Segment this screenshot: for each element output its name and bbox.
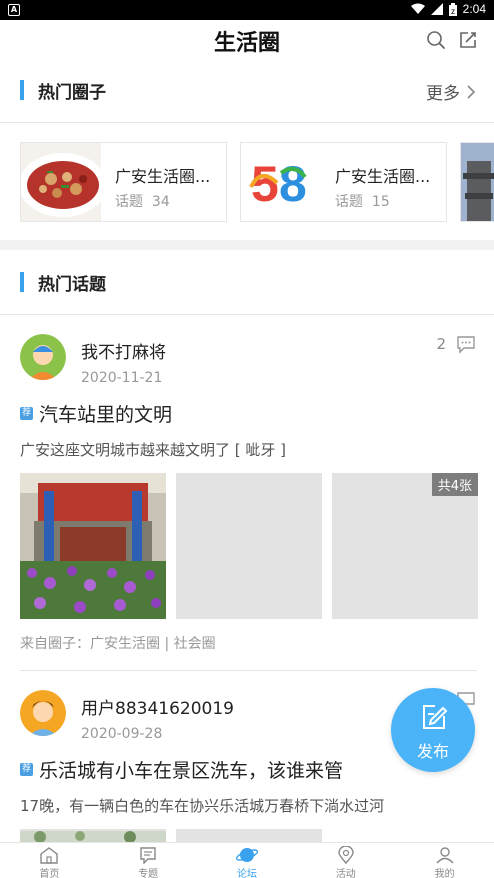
app-notification-icon: A (8, 4, 20, 16)
svg-text:z: z (451, 7, 455, 16)
circle-card[interactable] (460, 142, 494, 222)
page-title: 生活圈 (213, 31, 280, 56)
post-excerpt: 17晚，有一辆白色的车在协兴乐活城万春桥下淌水过河 (20, 797, 385, 815)
hot-circles-list: 广安生活圈... 话题 34 5 8 广安生活圈... 话题 15 (20, 142, 494, 222)
tab-label: 活动 (335, 869, 356, 878)
svg-text:8: 8 (279, 156, 307, 212)
tab-label: 我的 (434, 869, 455, 878)
status-bar: A z 2:04 (0, 0, 494, 20)
tab-forum[interactable]: 论坛 (198, 843, 297, 878)
cellular-signal-icon (430, 3, 443, 15)
forum-planet-icon (235, 848, 258, 862)
hot-circles-header: 热门圈子 更多 (0, 60, 494, 118)
section-accent-bar (20, 80, 24, 100)
post-image-placeholder[interactable]: 共4张 (332, 473, 478, 619)
tab-home[interactable]: 首页 (0, 843, 99, 878)
circle-card[interactable]: 5 8 广安生活圈... 话题 15 (240, 142, 447, 222)
top-bar: 生活圈 (0, 20, 494, 60)
post-image[interactable] (20, 473, 166, 619)
hot-topics-header: 热门话题 (0, 252, 494, 310)
divider (0, 122, 494, 123)
tab-label: 论坛 (236, 869, 257, 878)
post-image-placeholder[interactable] (176, 829, 322, 842)
hot-topics-title: 热门话题 (38, 275, 106, 295)
home-icon (40, 847, 59, 864)
more-label[interactable]: 更多 (426, 79, 460, 104)
circle-name: 广安生活圈... (115, 167, 211, 186)
battery-icon: z (448, 2, 457, 16)
post-username[interactable]: 用户88341620019 (81, 694, 234, 719)
tab-activity[interactable]: 活动 (296, 843, 395, 878)
section-separator (0, 240, 494, 250)
post-date: 2020-11-21 (81, 370, 163, 386)
food-photo (21, 143, 101, 221)
circle-name: 广安生活圈... (335, 167, 431, 186)
divider (20, 670, 477, 671)
post-title-text[interactable]: 乐活城有小车在景区洗车，该谁来管 (39, 756, 343, 783)
search-icon[interactable] (425, 29, 447, 51)
divider (0, 314, 494, 315)
bottom-tab-bar: 首页 专题 论坛 活动 我的 (0, 842, 494, 878)
avatar[interactable] (20, 690, 66, 736)
post-username[interactable]: 我不打麻将 (81, 338, 166, 363)
compose-icon[interactable] (457, 29, 479, 51)
more-circles-link[interactable]: 更多 (426, 79, 476, 104)
publish-button[interactable]: 发布 (391, 688, 475, 772)
circle-topic-count: 话题 34 (115, 194, 170, 210)
clock: 2:04 (462, 2, 486, 16)
hot-circles-title: 热门圈子 (38, 83, 106, 103)
58-logo: 5 8 (241, 143, 321, 221)
image-count-badge: 共4张 (431, 473, 478, 496)
tab-profile[interactable]: 我的 (395, 843, 494, 878)
recommend-tag: 荐 (20, 763, 33, 776)
circle-card[interactable]: 广安生活圈... 话题 34 (20, 142, 227, 222)
tab-label: 专题 (138, 869, 159, 878)
avatar[interactable] (20, 334, 66, 380)
comment-icon (457, 336, 475, 354)
post-title-text[interactable]: 汽车站里的文明 (39, 400, 172, 427)
section-accent-bar (20, 272, 24, 292)
wifi-icon (410, 3, 425, 14)
post-image[interactable] (20, 829, 166, 842)
topic-icon (140, 847, 156, 864)
post-image-placeholder[interactable] (176, 473, 322, 619)
pagoda-photo (461, 143, 494, 221)
post-source-circle[interactable]: 来自圈子：广安生活圈 | 社会圈 (20, 633, 216, 653)
publish-label: 发布 (416, 742, 449, 761)
tab-topics[interactable]: 专题 (99, 843, 198, 878)
post-excerpt: 广安这座文明城市越来越文明了 [ 呲牙 ] (20, 441, 287, 459)
recommend-tag: 荐 (20, 407, 33, 420)
chevron-right-icon (467, 84, 476, 99)
post-title[interactable]: 荐 汽车站里的文明 (20, 400, 172, 427)
comment-count[interactable]: 2 (436, 334, 476, 354)
edit-note-icon (423, 705, 448, 729)
post-title[interactable]: 荐 乐活城有小车在景区洗车，该谁来管 (20, 756, 343, 783)
profile-icon (436, 847, 454, 864)
svg-text:5: 5 (251, 156, 279, 212)
tab-label: 首页 (39, 869, 60, 878)
post-date: 2020-09-28 (81, 726, 163, 742)
location-icon (338, 846, 354, 864)
circle-topic-count: 话题 15 (335, 194, 390, 210)
